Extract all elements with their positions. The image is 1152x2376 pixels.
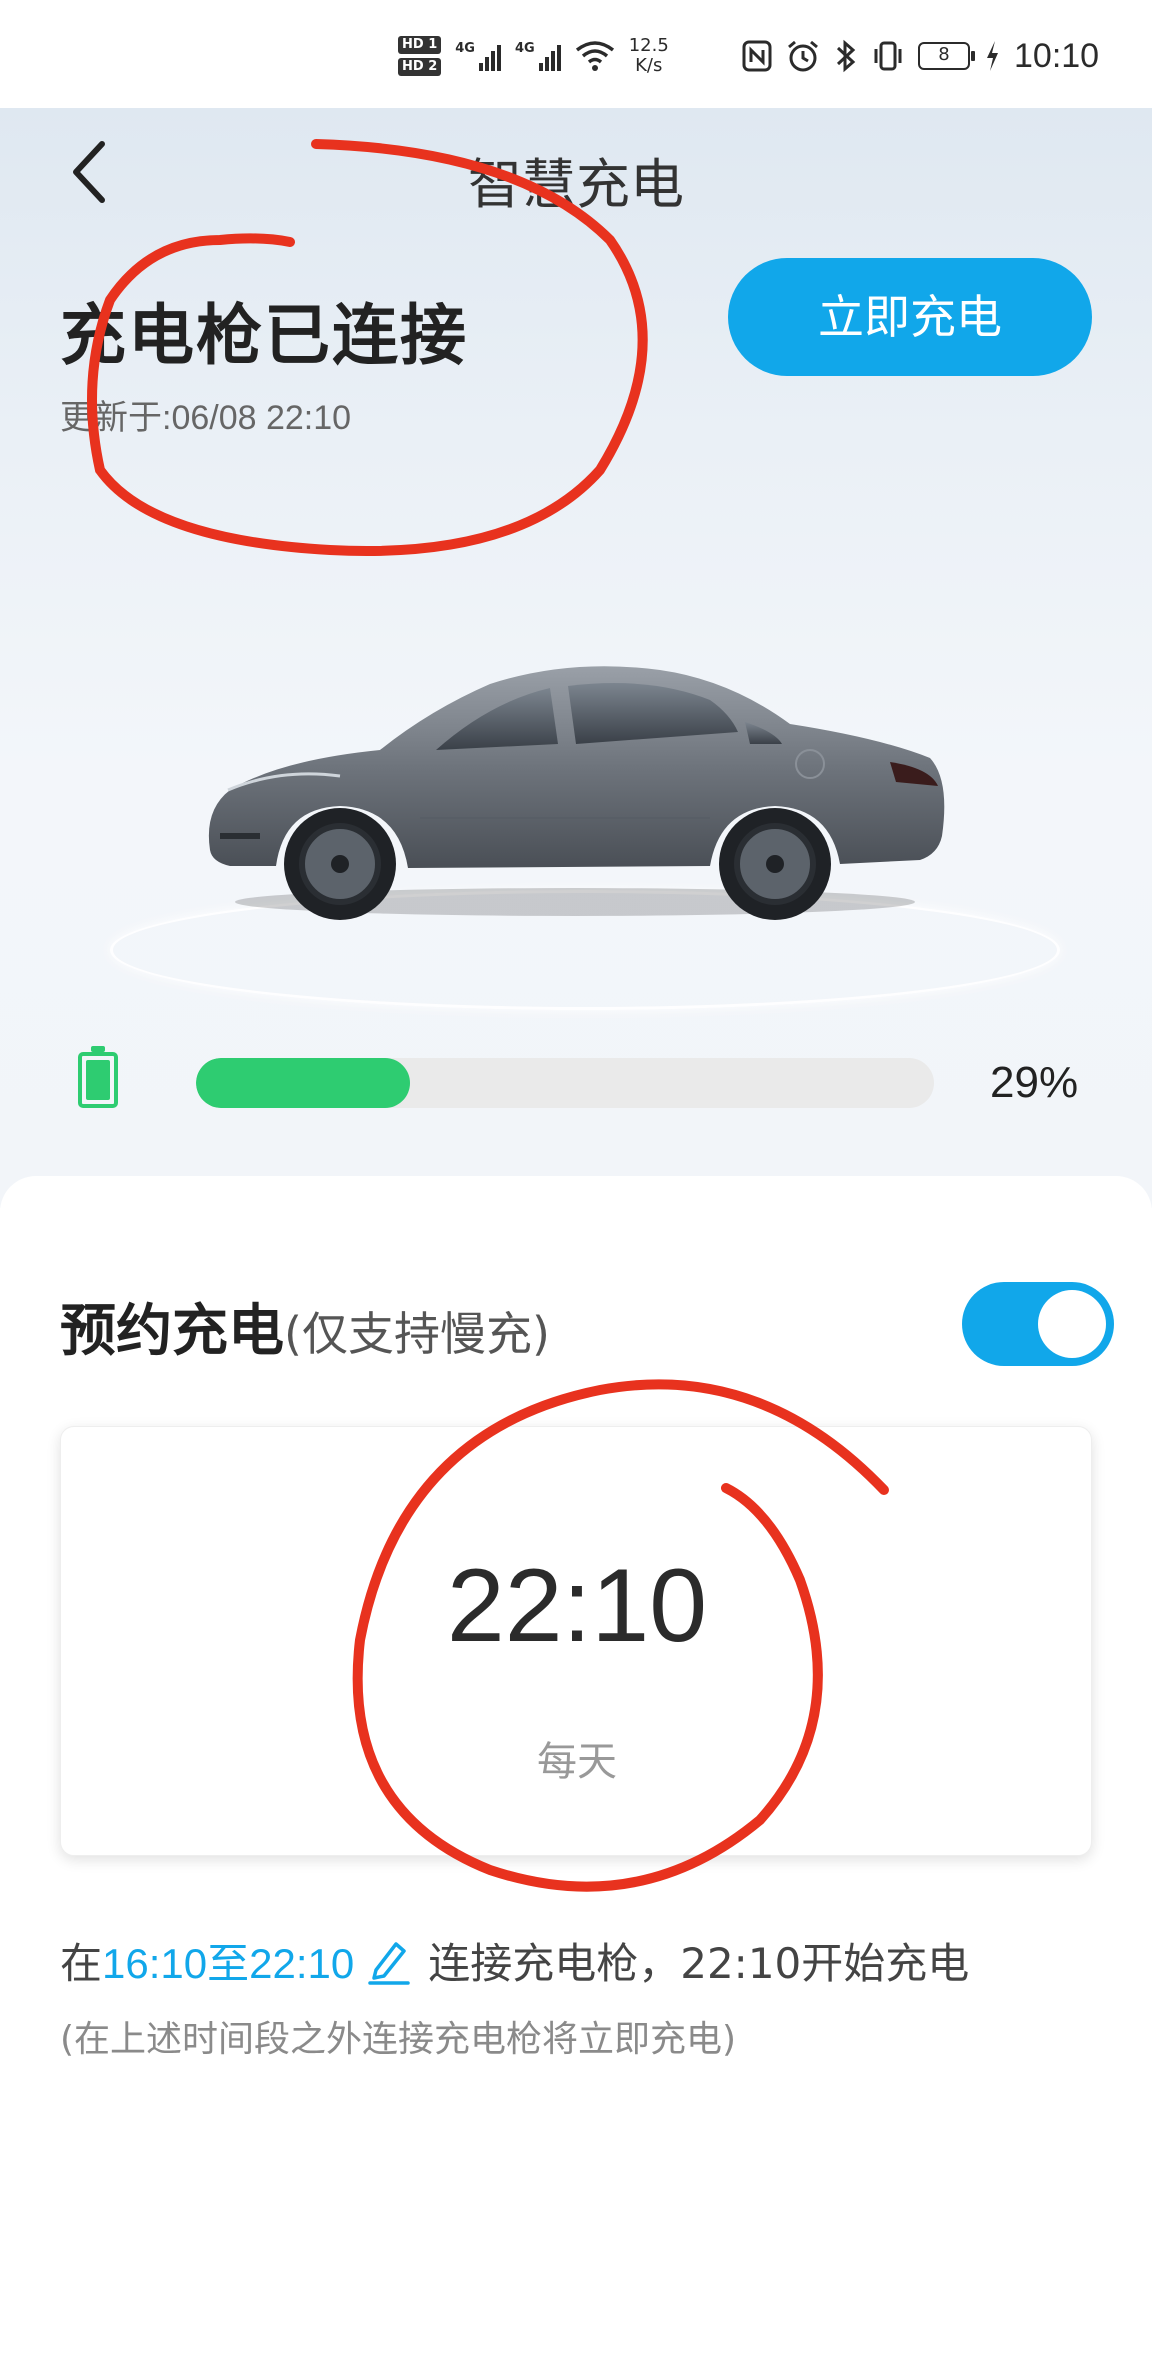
connection-status-title: 充电枪已连接 bbox=[60, 297, 468, 374]
window-prefix: 在 bbox=[60, 1939, 103, 1988]
schedule-toggle[interactable] bbox=[962, 1282, 1114, 1366]
charging-bolt-icon bbox=[987, 41, 998, 71]
wifi-icon bbox=[575, 41, 614, 71]
status-time: 10:10 bbox=[1014, 36, 1100, 75]
bluetooth-icon bbox=[836, 39, 856, 73]
network-speed: 12.5 K/s bbox=[629, 36, 669, 76]
battery-progress-fill bbox=[196, 1058, 410, 1108]
page-title: 智慧充电 bbox=[468, 155, 684, 215]
schedule-title: 预约充电(仅支持慢充) bbox=[60, 1286, 550, 1367]
window-range-link[interactable]: 16:10至22:10 bbox=[102, 1930, 354, 1991]
battery-icon: 8 bbox=[918, 42, 975, 70]
signal-icon: 4G bbox=[455, 41, 501, 71]
updated-time: 更新于:06/08 22:10 bbox=[60, 399, 352, 437]
nfc-icon bbox=[742, 40, 772, 72]
hd2-badge: HD 2 bbox=[398, 58, 442, 76]
charge-now-button[interactable]: 立即充电 bbox=[728, 258, 1092, 376]
edit-icon[interactable] bbox=[364, 1936, 414, 1986]
status-bar: HD 1 HD 2 4G 4G 12.5 K/s 8 10:10 bbox=[0, 0, 1152, 108]
signal-icon-2: 4G bbox=[515, 41, 561, 71]
status-network-group: HD 1 HD 2 4G 4G 12.5 K/s bbox=[398, 32, 669, 80]
speed-value: 12.5 bbox=[628, 35, 669, 56]
hd1-badge: HD 1 bbox=[398, 36, 442, 54]
schedule-repeat: 每天 bbox=[537, 1739, 617, 1785]
schedule-title-text: 预约充电 bbox=[60, 1299, 284, 1364]
schedule-time-card[interactable]: 22:10 每天 bbox=[60, 1426, 1092, 1856]
toggle-knob bbox=[1038, 1290, 1106, 1358]
charging-note: (在上述时间段之外连接充电枪将立即充电) bbox=[60, 2019, 737, 2060]
battery-status-icon bbox=[78, 1046, 118, 1108]
status-system-group: 8 10:10 bbox=[742, 32, 1099, 80]
window-suffix: 连接充电枪，22:10开始充电 bbox=[428, 1939, 970, 1988]
charging-window-text: 在 16:10至22:10 连接充电枪，22:10开始充电 bbox=[60, 1930, 969, 1991]
vibrate-icon bbox=[874, 41, 902, 71]
alarm-icon bbox=[788, 40, 818, 72]
hd-badges: HD 1 HD 2 bbox=[398, 36, 442, 76]
battery-percent: 29% bbox=[990, 1058, 1079, 1107]
net2-label: 4G bbox=[514, 41, 535, 56]
net1-label: 4G bbox=[455, 41, 475, 56]
schedule-subtitle: (仅支持慢充) bbox=[284, 1307, 550, 1361]
battery-progress-bar bbox=[196, 1058, 934, 1108]
car-image bbox=[208, 666, 945, 920]
schedule-time: 22:10 bbox=[446, 1548, 708, 1664]
speed-unit: K/s bbox=[635, 55, 663, 76]
